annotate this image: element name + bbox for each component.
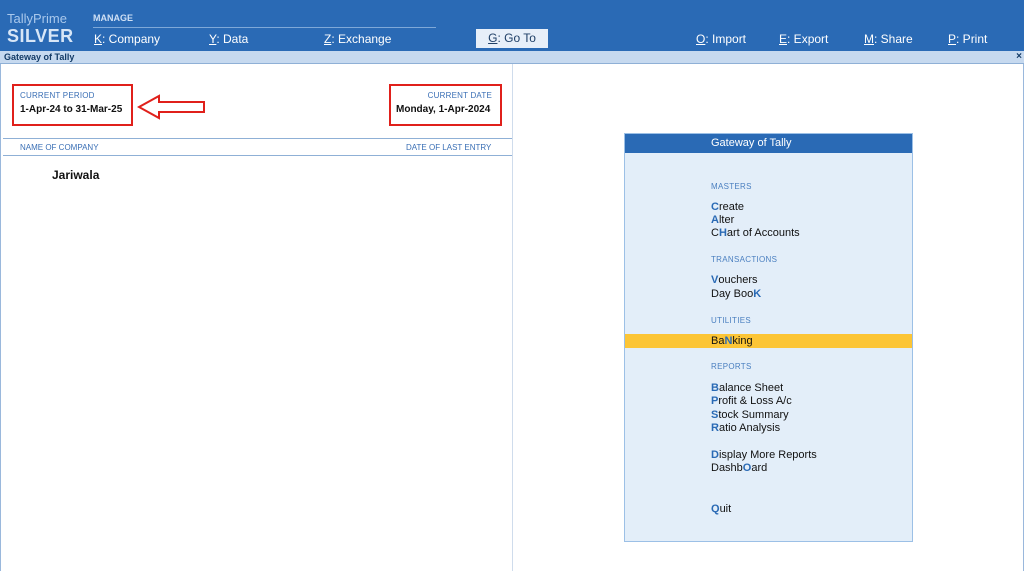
display-more-key: D [711, 449, 719, 461]
section-transactions: TRANSACTIONS [711, 255, 778, 264]
menu-print-label: : Print [956, 32, 988, 46]
menu-item-day-book[interactable]: Day BooK [711, 288, 761, 301]
company-list-item[interactable]: Jariwala [52, 168, 99, 182]
display-more-post: isplay More Reports [718, 449, 817, 461]
menu-print[interactable]: P: Print [948, 32, 987, 46]
menu-item-dashboard[interactable]: DashbOard [711, 462, 767, 475]
manage-divider [93, 27, 436, 28]
header-separator-bottom [3, 155, 512, 156]
menu-import-label: : Import [705, 32, 747, 46]
gateway-menu-panel: Gateway of Tally MASTERS Create Alter CH… [624, 133, 913, 542]
selected-item-highlight [625, 334, 912, 348]
ratio-key: R [711, 422, 719, 434]
menu-print-key: P [948, 32, 957, 46]
dashboard-post: ard [751, 462, 768, 474]
menu-share[interactable]: M: Share [864, 32, 913, 46]
create-key: C [711, 201, 719, 213]
menu-item-ratio-analysis[interactable]: Ratio Analysis [711, 422, 780, 435]
current-date-value[interactable]: Monday, 1-Apr-2024 [396, 104, 490, 115]
dashboard-pre: Dashb [711, 462, 743, 474]
annotation-arrow-icon [137, 94, 205, 120]
current-date-label: CURRENT DATE [427, 91, 492, 100]
window-title: Gateway of Tally [4, 52, 75, 62]
chart-key: H [718, 227, 727, 239]
menu-exchange-label: : Exchange [331, 32, 392, 46]
menu-item-chart-of-accounts[interactable]: CHart of Accounts [711, 227, 800, 240]
gateway-menu-title: Gateway of Tally [711, 137, 792, 149]
menu-item-quit[interactable]: Quit [711, 503, 731, 516]
menu-import-key: O [696, 32, 706, 46]
menu-company-label: : Company [102, 32, 161, 46]
profit-post: rofit & Loss A/c [718, 395, 792, 407]
header-separator-top [3, 138, 512, 139]
close-icon[interactable]: × [1016, 51, 1022, 63]
menu-item-stock-summary[interactable]: Stock Summary [711, 409, 789, 422]
menu-export-label: : Export [787, 32, 829, 46]
section-masters: MASTERS [711, 182, 752, 191]
menu-goto-label: : Go To [497, 31, 536, 45]
current-period-value[interactable]: 1-Apr-24 to 31-Mar-25 [20, 104, 122, 115]
menu-item-vouchers[interactable]: Vouchers [711, 274, 757, 287]
daybook-key: K [753, 288, 762, 300]
brand-name: TallyPrime [7, 11, 67, 26]
column-name-of-company: NAME OF COMPANY [20, 143, 99, 152]
create-post: reate [718, 201, 745, 213]
brand-logo: TallyPrime SILVER [7, 11, 74, 46]
menu-goto-button[interactable]: G: Go To [476, 29, 548, 48]
section-utilities: UTILITIES [711, 316, 752, 325]
ratio-post: atio Analysis [718, 422, 781, 434]
menu-company-key: K [94, 32, 103, 46]
chart-pre: C [711, 227, 719, 239]
top-bar: TallyPrime SILVER MANAGE K: Company Y: D… [0, 0, 1024, 51]
quit-key: Q [711, 503, 720, 515]
menu-share-label: : Share [874, 32, 913, 46]
menu-item-create[interactable]: Create [711, 201, 744, 214]
menu-item-banking[interactable]: BaNking [711, 335, 753, 348]
left-border [0, 64, 1, 571]
alter-post: lter [718, 214, 735, 226]
alter-key: A [711, 214, 719, 226]
quit-post: uit [719, 503, 732, 515]
chart-post: art of Accounts [726, 227, 800, 239]
brand-edition: SILVER [7, 26, 74, 46]
menu-company[interactable]: K: Company [94, 32, 160, 46]
menu-exchange[interactable]: Z: Exchange [324, 32, 391, 46]
menu-export-key: E [779, 32, 788, 46]
menu-data-label: : Data [216, 32, 249, 46]
panel-divider [512, 64, 513, 571]
balance-post: alance Sheet [718, 382, 784, 394]
manage-section-label: MANAGE [93, 13, 133, 23]
daybook-pre: Day Boo [711, 288, 754, 300]
balance-key: B [711, 382, 719, 394]
banking-pre: Ba [711, 335, 725, 347]
gateway-menu-header: Gateway of Tally [625, 134, 912, 153]
menu-import[interactable]: O: Import [696, 32, 746, 46]
menu-data[interactable]: Y: Data [209, 32, 248, 46]
column-date-of-last-entry: DATE OF LAST ENTRY [406, 143, 492, 152]
window-title-bar: Gateway of Tally × [0, 51, 1024, 64]
menu-item-profit-loss[interactable]: Profit & Loss A/c [711, 395, 792, 408]
menu-share-key: M [864, 32, 874, 46]
vouchers-post: ouchers [718, 274, 758, 286]
stock-post: tock Summary [718, 409, 789, 421]
banking-post: king [732, 335, 753, 347]
menu-item-display-more-reports[interactable]: Display More Reports [711, 449, 817, 462]
section-reports: REPORTS [711, 362, 752, 371]
menu-item-alter[interactable]: Alter [711, 214, 734, 227]
menu-item-balance-sheet[interactable]: Balance Sheet [711, 382, 783, 395]
menu-export[interactable]: E: Export [779, 32, 828, 46]
current-period-label: CURRENT PERIOD [20, 91, 95, 100]
